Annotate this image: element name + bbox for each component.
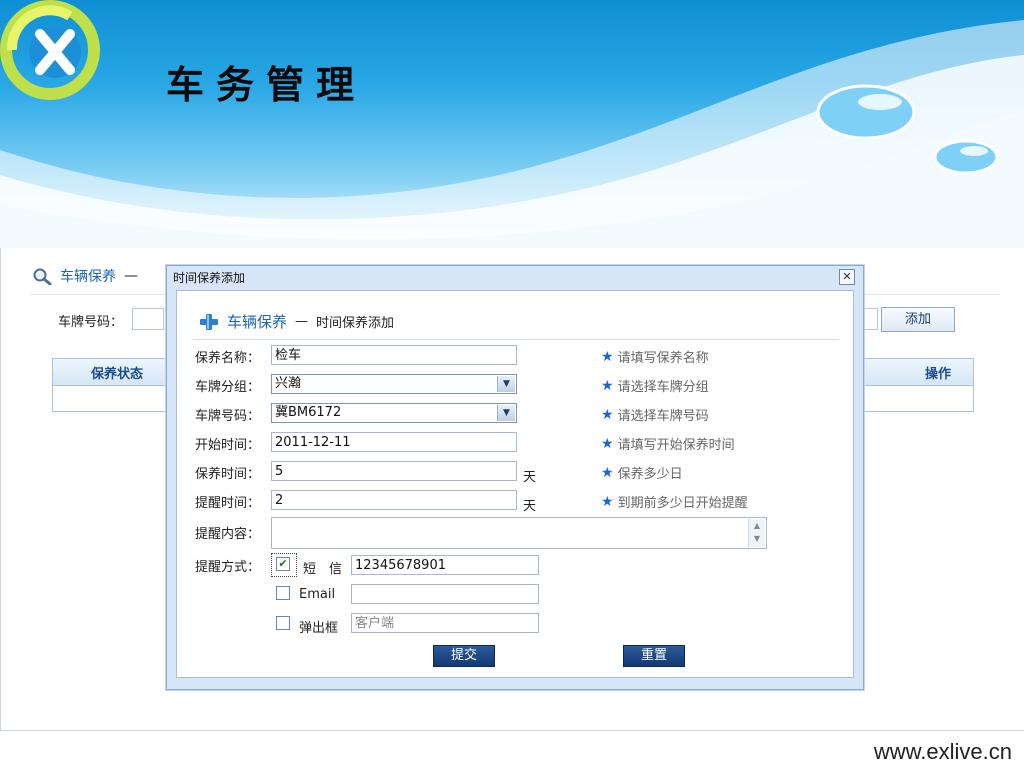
star-icon: ★	[601, 493, 614, 510]
plate-label: 车牌号码：	[195, 409, 261, 424]
group-hint: ★ 请选择车牌分组	[601, 376, 709, 396]
period-hint-text: 保养多少日	[617, 467, 683, 482]
email-checkbox[interactable]	[276, 586, 290, 600]
add-maintenance-dialog: 时间保养添加 ✕ 车辆保养 — 时间保养添加 保养名称： 检车 ★ 请填写保养名称…	[166, 265, 864, 690]
period-label: 保养时间：	[195, 467, 261, 482]
star-icon: ★	[601, 435, 614, 452]
popup-label: 弹出框	[299, 621, 339, 636]
breadcrumb: 车辆保养 —	[32, 266, 138, 286]
plate-hint: ★ 请选择车牌号码	[601, 405, 709, 425]
remind-unit: 天	[523, 499, 537, 514]
period-input[interactable]: 5	[271, 461, 517, 481]
content-textarea[interactable]: ▲ ▼	[271, 517, 767, 549]
sms-checkbox[interactable]: ✔	[276, 557, 290, 571]
submit-button[interactable]: 提交	[433, 645, 495, 667]
name-hint: ★ 请填写保养名称	[601, 347, 709, 367]
remind-input[interactable]: 2	[271, 490, 517, 510]
add-button[interactable]: 添加	[881, 307, 955, 332]
app-title: 车务管理	[166, 63, 367, 107]
star-icon: ★	[601, 377, 614, 394]
name-hint-text: 请填写保养名称	[617, 351, 709, 366]
method-label: 提醒方式：	[195, 560, 261, 575]
form-heading-divider	[193, 339, 839, 340]
sms-phone-input[interactable]: 12345678901	[351, 555, 539, 575]
start-label: 开始时间：	[195, 438, 261, 453]
plate-select[interactable]: 冀BM6172 ▼	[271, 403, 517, 423]
plate-filter-label: 车牌号码：	[58, 315, 124, 330]
plate-select-value: 冀BM6172	[275, 405, 342, 420]
textarea-scrollbar[interactable]: ▲ ▼	[748, 519, 765, 547]
name-input[interactable]: 检车	[271, 345, 517, 365]
scroll-up-icon[interactable]: ▲	[749, 519, 765, 532]
period-unit: 天	[523, 470, 537, 485]
popup-checkbox[interactable]	[276, 616, 290, 630]
column-header-actions: 操作	[924, 367, 951, 382]
remind-hint: ★ 到期前多少日开始提醒	[601, 492, 748, 512]
star-icon: ★	[601, 406, 614, 423]
chevron-down-icon[interactable]: ▼	[497, 376, 515, 392]
footer-url: www.exlive.cn	[873, 739, 1012, 764]
column-header-status: 保养状态	[91, 367, 144, 382]
footer-divider	[0, 730, 1024, 731]
plus-icon	[200, 313, 218, 330]
remind-label: 提醒时间：	[195, 496, 261, 511]
group-select[interactable]: 兴瀚 ▼	[271, 374, 517, 394]
start-hint: ★ 请填写开始保养时间	[601, 434, 735, 454]
water-wave-graphic	[0, 20, 1024, 248]
start-hint-text: 请填写开始保养时间	[617, 438, 735, 453]
name-label: 保养名称：	[195, 351, 261, 366]
scroll-down-icon[interactable]: ▼	[749, 532, 765, 545]
form-heading-page: 时间保养添加	[316, 316, 395, 331]
header-banner: 车务管理	[0, 0, 1024, 248]
reset-button[interactable]: 重置	[623, 645, 685, 667]
email-input[interactable]	[351, 584, 539, 604]
group-label: 车牌分组：	[195, 380, 261, 395]
group-hint-text: 请选择车牌分组	[617, 380, 709, 395]
group-select-value: 兴瀚	[275, 376, 302, 391]
content-label: 提醒内容：	[195, 527, 261, 542]
close-icon[interactable]: ✕	[839, 269, 855, 285]
dialog-title: 时间保养添加	[173, 271, 246, 285]
form-heading: 车辆保养 — 时间保养添加	[199, 311, 394, 332]
plate-filter-input[interactable]	[132, 308, 164, 330]
remind-hint-text: 到期前多少日开始提醒	[617, 496, 748, 511]
popup-input[interactable]: 客户端	[351, 613, 539, 633]
sms-label: 短 信	[303, 562, 343, 577]
breadcrumb-section[interactable]: 车辆保养	[60, 266, 116, 286]
star-icon: ★	[601, 348, 614, 365]
email-label: Email	[299, 587, 336, 602]
chevron-down-icon[interactable]: ▼	[497, 405, 515, 421]
company-logo	[0, 0, 100, 100]
star-icon: ★	[601, 464, 614, 481]
start-input[interactable]: 2011-12-11	[271, 432, 517, 452]
breadcrumb-separator: —	[124, 268, 138, 284]
form-heading-section: 车辆保养	[227, 313, 288, 331]
plate-hint-text: 请选择车牌号码	[617, 409, 709, 424]
dialog-body: 车辆保养 — 时间保养添加 保养名称： 检车 ★ 请填写保养名称 车牌分组： 兴瀚…	[176, 290, 854, 678]
period-hint: ★ 保养多少日	[601, 463, 683, 483]
magnifier-icon	[33, 268, 52, 285]
form-heading-separator: —	[295, 314, 309, 329]
